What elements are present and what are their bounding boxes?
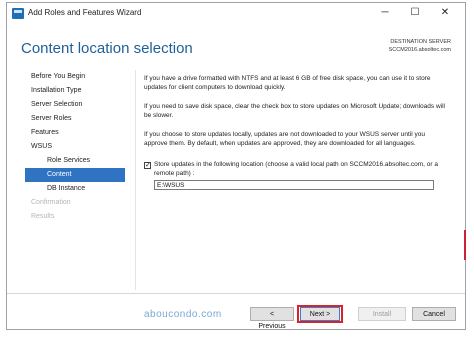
minimize-button[interactable]: ─ xyxy=(371,3,399,23)
nav-item-server-selection[interactable]: Server Selection xyxy=(25,98,125,112)
store-updates-label[interactable]: Store updates in the following location … xyxy=(154,161,450,178)
nav-item-role-services[interactable]: Role Services xyxy=(25,154,125,168)
wizard-header: Content location selection DESTINATION S… xyxy=(7,25,465,71)
nav-item-content[interactable]: Content xyxy=(25,168,125,182)
cancel-button[interactable]: Cancel xyxy=(412,307,456,321)
wizard-window: Add Roles and Features Wizard ─ ☐ ✕ Cont… xyxy=(6,2,466,330)
footer-divider xyxy=(7,293,465,294)
content-pane: If you have a drive formatted with NTFS … xyxy=(135,70,454,290)
destination-server-label: DESTINATION SERVER xyxy=(390,39,451,45)
nav-item-before-you-begin[interactable]: Before You Begin xyxy=(25,70,125,84)
destination-server-name: SCCM2016.absoltec.com xyxy=(388,47,451,53)
title-bar: Add Roles and Features Wizard ─ ☐ ✕ xyxy=(7,3,465,25)
close-button[interactable]: ✕ xyxy=(431,3,459,23)
side-accent-bar xyxy=(464,230,466,260)
content-path-input[interactable] xyxy=(154,180,434,190)
previous-button[interactable]: < Previous xyxy=(250,307,294,330)
install-button: Install xyxy=(358,307,406,321)
wizard-nav: Before You Begin Installation Type Serve… xyxy=(25,70,125,224)
info-paragraph-2: If you need to save disk space, clear th… xyxy=(144,103,445,119)
next-button-highlight xyxy=(297,305,343,323)
nav-item-server-roles[interactable]: Server Roles xyxy=(25,112,125,126)
store-updates-checkbox[interactable]: ✓ xyxy=(144,162,151,169)
nav-item-wsus[interactable]: WSUS xyxy=(25,140,125,154)
nav-item-installation-type[interactable]: Installation Type xyxy=(25,84,125,98)
nav-item-db-instance[interactable]: DB Instance xyxy=(25,182,125,196)
info-paragraph-1: If you have a drive formatted with NTFS … xyxy=(144,75,431,91)
maximize-button[interactable]: ☐ xyxy=(401,3,429,23)
info-paragraph-3: If you choose to store updates locally, … xyxy=(144,131,425,147)
nav-item-features[interactable]: Features xyxy=(25,126,125,140)
nav-item-confirmation: Confirmation xyxy=(31,199,71,206)
window-title: Add Roles and Features Wizard xyxy=(28,8,142,17)
watermark-text: aboucondo.com xyxy=(144,309,222,320)
page-title: Content location selection xyxy=(21,40,193,57)
server-manager-icon xyxy=(12,8,24,19)
nav-item-results: Results xyxy=(31,213,55,220)
